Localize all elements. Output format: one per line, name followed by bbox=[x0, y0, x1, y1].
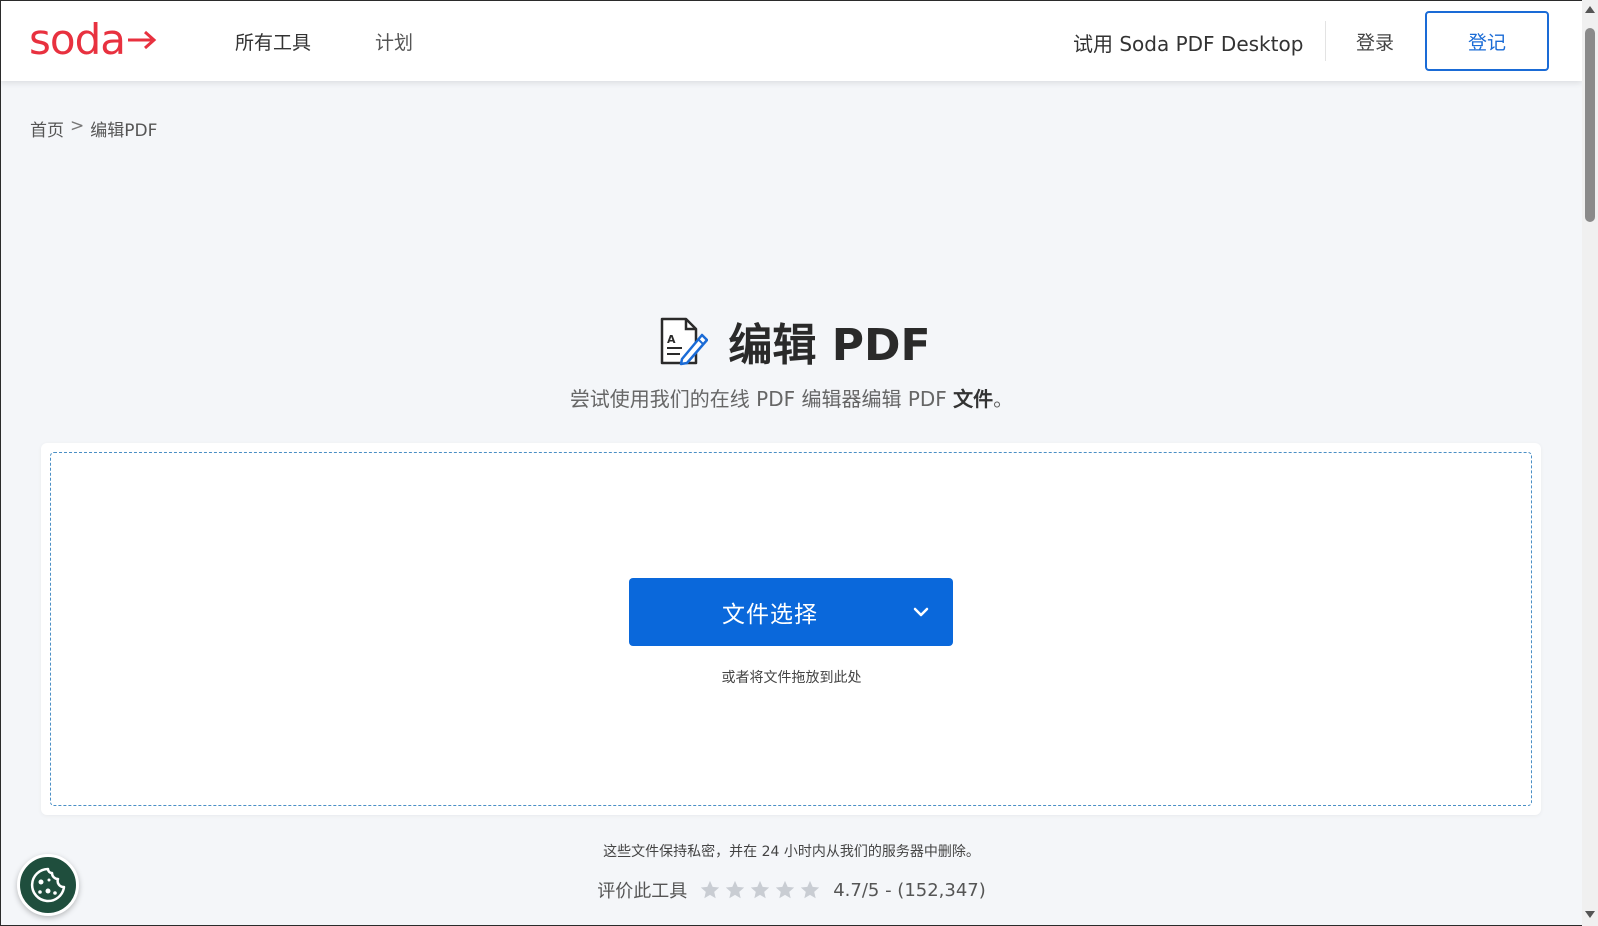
star-icon[interactable] bbox=[724, 879, 746, 901]
rating-value: 4.7/5 - (152,347) bbox=[833, 879, 986, 901]
star-icon[interactable] bbox=[799, 879, 821, 901]
vertical-scrollbar[interactable] bbox=[1582, 0, 1598, 926]
star-icon[interactable] bbox=[699, 879, 721, 901]
logo-text: soda bbox=[29, 15, 126, 64]
star-icon[interactable] bbox=[774, 879, 796, 901]
nav-all-tools[interactable]: 所有工具 bbox=[235, 28, 311, 55]
subtitle-end: 。 bbox=[993, 387, 1014, 411]
register-button[interactable]: 登记 bbox=[1425, 11, 1549, 71]
nav-plans[interactable]: 计划 bbox=[375, 28, 413, 55]
scroll-down-arrow[interactable] bbox=[1585, 911, 1595, 918]
arrow-right-icon bbox=[127, 30, 157, 49]
subtitle-bold: 文件 bbox=[953, 387, 994, 411]
cookie-icon bbox=[30, 867, 66, 903]
page-subtitle: 尝试使用我们的在线 PDF 编辑器编辑 PDF 文件。 bbox=[1, 383, 1582, 412]
scroll-up-arrow[interactable] bbox=[1585, 6, 1595, 13]
choose-file-button[interactable]: 文件选择 bbox=[629, 578, 953, 646]
svg-text:A: A bbox=[667, 333, 676, 346]
document-edit-icon: A bbox=[661, 317, 709, 366]
drop-hint: 或者将文件拖放到此处 bbox=[721, 670, 862, 686]
scroll-thumb[interactable] bbox=[1585, 28, 1595, 222]
subtitle-text: 尝试使用我们的在线 PDF 编辑器编辑 PDF bbox=[569, 387, 954, 411]
choose-file-label: 文件选择 bbox=[722, 602, 818, 628]
browser-viewport: soda 所有工具 计划 试用 Soda PDF Desktop 登录 登记 首… bbox=[0, 0, 1582, 926]
page-title: 编辑 PDF bbox=[728, 320, 931, 371]
breadcrumb: 首页 > 编辑PDF bbox=[30, 116, 157, 141]
privacy-note: 这些文件保持私密，并在 24 小时内从我们的服务器中删除。 bbox=[603, 844, 980, 860]
chevron-down-icon[interactable] bbox=[889, 607, 953, 617]
site-header: soda 所有工具 计划 试用 Soda PDF Desktop 登录 登记 bbox=[1, 1, 1582, 81]
title-row: A 编辑 PDF bbox=[1, 309, 1582, 373]
rating-stars[interactable] bbox=[699, 879, 821, 901]
header-divider bbox=[1325, 21, 1326, 61]
rating-row: 评价此工具 4.7/5 - (152,347) bbox=[1, 877, 1582, 903]
cookie-settings-button[interactable] bbox=[17, 854, 79, 916]
rating-label: 评价此工具 bbox=[597, 881, 688, 902]
breadcrumb-current: 编辑PDF bbox=[90, 121, 158, 141]
star-icon[interactable] bbox=[749, 879, 771, 901]
breadcrumb-home[interactable]: 首页 bbox=[30, 116, 64, 141]
try-desktop-link[interactable]: 试用 Soda PDF Desktop bbox=[1073, 28, 1303, 57]
login-link[interactable]: 登录 bbox=[1356, 28, 1394, 55]
soda-logo[interactable]: soda bbox=[29, 15, 157, 64]
breadcrumb-separator: > bbox=[70, 116, 85, 136]
